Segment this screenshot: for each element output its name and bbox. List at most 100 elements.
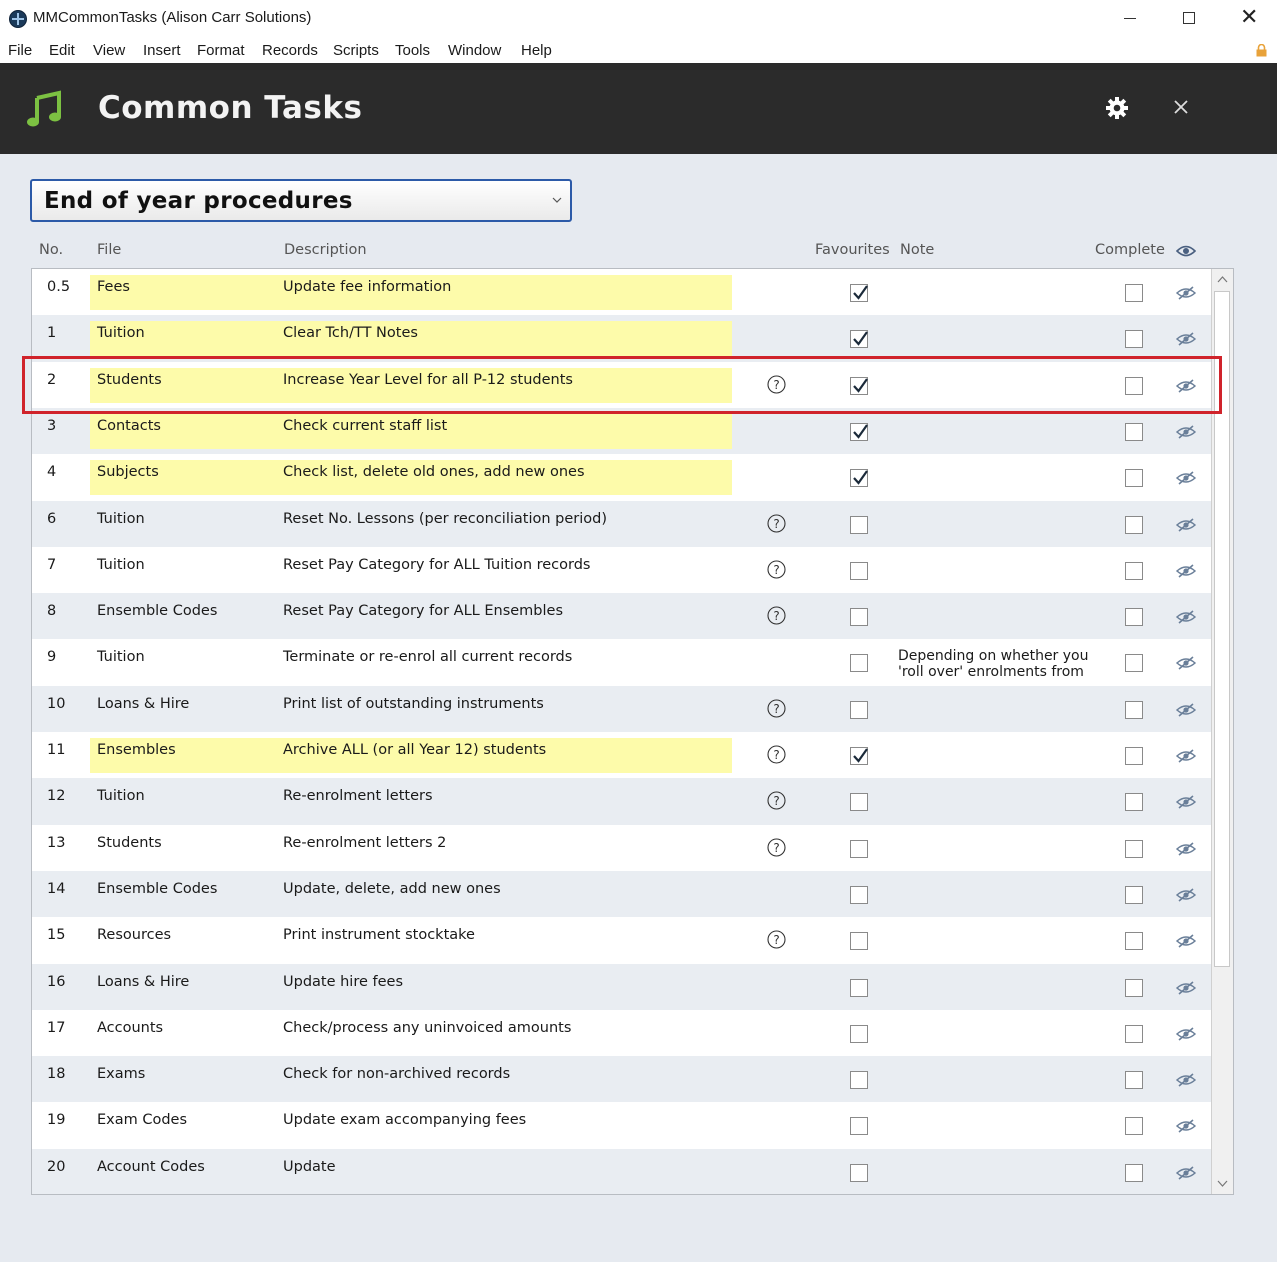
- table-row[interactable]: 19 Exam Codes Update exam accompanying fee…: [32, 1102, 1212, 1149]
- table-row[interactable]: 14 Ensemble Codes Update, delete, add new …: [32, 870, 1212, 918]
- scrollbar-thumb[interactable]: [1214, 291, 1230, 967]
- complete-checkbox[interactable]: [1125, 747, 1143, 765]
- eye-slash-icon[interactable]: [1175, 702, 1197, 718]
- eye-slash-icon[interactable]: [1175, 748, 1197, 764]
- favourite-checkbox[interactable]: [850, 1024, 868, 1043]
- eye-slash-icon[interactable]: [1175, 1165, 1197, 1181]
- row-description[interactable]: Update: [283, 1159, 336, 1175]
- table-row[interactable]: 20 Account Codes Update: [32, 1148, 1212, 1194]
- row-file[interactable]: Accounts: [97, 1020, 163, 1036]
- table-row[interactable]: 11 Ensembles Archive ALL (or all Year 12) …: [32, 732, 1212, 779]
- help-icon[interactable]: ?: [767, 606, 786, 625]
- eye-icon[interactable]: [1176, 244, 1196, 258]
- eye-slash-icon[interactable]: [1175, 841, 1197, 857]
- row-file[interactable]: Tuition: [97, 788, 145, 804]
- vertical-scrollbar[interactable]: [1211, 269, 1233, 1194]
- row-description[interactable]: Terminate or re-enrol all current record…: [283, 649, 572, 665]
- maximize-button[interactable]: [1160, 0, 1218, 38]
- complete-checkbox[interactable]: [1125, 932, 1143, 951]
- complete-checkbox[interactable]: [1125, 700, 1143, 719]
- row-description[interactable]: Reset No. Lessons (per reconciliation pe…: [283, 511, 607, 527]
- help-icon[interactable]: ?: [767, 791, 786, 810]
- scroll-up-icon[interactable]: [1212, 269, 1233, 290]
- favourite-checkbox[interactable]: [850, 747, 868, 765]
- eye-slash-icon[interactable]: [1175, 980, 1197, 996]
- row-description[interactable]: Reset Pay Category for ALL Tuition recor…: [283, 557, 591, 573]
- table-row[interactable]: 12 Tuition Re-enrolment letters?: [32, 778, 1212, 825]
- eye-slash-icon[interactable]: [1175, 378, 1197, 394]
- complete-checkbox[interactable]: [1125, 793, 1143, 812]
- complete-checkbox[interactable]: [1125, 1117, 1143, 1136]
- help-icon[interactable]: ?: [767, 513, 786, 533]
- row-description[interactable]: Update fee information: [283, 279, 451, 295]
- row-file[interactable]: Contacts: [97, 418, 161, 434]
- favourite-checkbox[interactable]: [850, 561, 868, 580]
- menu-tools[interactable]: Tools: [395, 42, 430, 59]
- favourite-checkbox[interactable]: [850, 839, 868, 858]
- minimize-button[interactable]: [1102, 0, 1160, 38]
- favourite-checkbox[interactable]: [850, 1071, 868, 1090]
- row-description[interactable]: Check/process any uninvoiced amounts: [283, 1020, 571, 1036]
- menu-edit[interactable]: Edit: [49, 42, 75, 59]
- table-row[interactable]: 8 Ensemble Codes Reset Pay Category for AL…: [32, 593, 1212, 640]
- menu-window[interactable]: Window: [448, 42, 501, 59]
- table-row[interactable]: 7 Tuition Reset Pay Category for ALL Tuiti…: [32, 546, 1212, 594]
- favourite-checkbox[interactable]: [850, 932, 868, 951]
- row-file[interactable]: Account Codes: [97, 1159, 205, 1175]
- row-file[interactable]: Tuition: [97, 649, 145, 665]
- table-row[interactable]: 1 Tuition Clear Tch/TT Notes: [32, 315, 1212, 362]
- table-row[interactable]: 17 Accounts Check/process any uninvoiced a…: [32, 1009, 1212, 1057]
- complete-checkbox[interactable]: [1125, 376, 1143, 395]
- table-row[interactable]: 6 Tuition Reset No. Lessons (per reconcili…: [32, 500, 1212, 547]
- row-description[interactable]: Check list, delete old ones, add new one…: [283, 464, 585, 480]
- favourite-checkbox[interactable]: [850, 422, 868, 441]
- row-description[interactable]: Clear Tch/TT Notes: [283, 325, 418, 341]
- row-file[interactable]: Tuition: [97, 557, 145, 573]
- complete-checkbox[interactable]: [1125, 1163, 1143, 1182]
- eye-slash-icon[interactable]: [1175, 331, 1197, 347]
- favourite-checkbox[interactable]: [850, 1163, 868, 1182]
- row-file[interactable]: Ensemble Codes: [97, 603, 217, 619]
- eye-slash-icon[interactable]: [1175, 1026, 1197, 1042]
- complete-checkbox[interactable]: [1125, 561, 1143, 580]
- eye-slash-icon[interactable]: [1175, 1118, 1197, 1134]
- favourite-checkbox[interactable]: [850, 1117, 868, 1136]
- row-description[interactable]: Archive ALL (or all Year 12) students: [283, 742, 546, 758]
- eye-slash-icon[interactable]: [1175, 517, 1197, 533]
- scroll-down-icon[interactable]: [1212, 1173, 1233, 1194]
- row-file[interactable]: Resources: [97, 927, 171, 943]
- help-icon[interactable]: ?: [767, 838, 786, 857]
- close-panel-icon[interactable]: [1170, 96, 1192, 118]
- menu-view[interactable]: View: [93, 42, 125, 59]
- help-icon[interactable]: ?: [767, 930, 786, 949]
- help-icon[interactable]: ?: [767, 745, 786, 764]
- row-file[interactable]: Tuition: [97, 325, 145, 341]
- row-file[interactable]: Exams: [97, 1066, 145, 1082]
- eye-slash-icon[interactable]: [1175, 1072, 1197, 1088]
- menu-records[interactable]: Records: [262, 42, 318, 59]
- complete-checkbox[interactable]: [1125, 515, 1143, 534]
- table-row[interactable]: 9 Tuition Terminate or re-enrol all curren…: [32, 639, 1212, 686]
- complete-checkbox[interactable]: [1125, 1071, 1143, 1090]
- menu-file[interactable]: File: [8, 42, 32, 59]
- favourite-checkbox[interactable]: [850, 700, 868, 719]
- favourite-checkbox[interactable]: [850, 330, 868, 349]
- table-row[interactable]: 15 Resources Print instrument stocktake?: [32, 917, 1212, 964]
- row-file[interactable]: Subjects: [97, 464, 159, 480]
- table-row[interactable]: 4 Subjects Check list, delete old ones, ad…: [32, 454, 1212, 501]
- procedure-dropdown[interactable]: End of year procedures: [30, 179, 572, 222]
- eye-slash-icon[interactable]: [1175, 933, 1197, 949]
- help-icon[interactable]: ?: [767, 560, 786, 579]
- row-description[interactable]: Increase Year Level for all P-12 student…: [283, 372, 573, 388]
- row-file[interactable]: Tuition: [97, 511, 145, 527]
- row-file[interactable]: Ensemble Codes: [97, 881, 217, 897]
- row-file[interactable]: Fees: [97, 279, 130, 295]
- table-row[interactable]: 3 Contacts Check current staff list: [32, 407, 1212, 455]
- eye-slash-icon[interactable]: [1175, 609, 1197, 625]
- row-file[interactable]: Ensembles: [97, 742, 176, 758]
- complete-checkbox[interactable]: [1125, 284, 1143, 302]
- complete-checkbox[interactable]: [1125, 654, 1143, 673]
- eye-slash-icon[interactable]: [1175, 887, 1197, 903]
- favourite-checkbox[interactable]: [850, 978, 868, 997]
- table-row[interactable]: 10 Loans & Hire Print list of outstanding …: [32, 685, 1212, 732]
